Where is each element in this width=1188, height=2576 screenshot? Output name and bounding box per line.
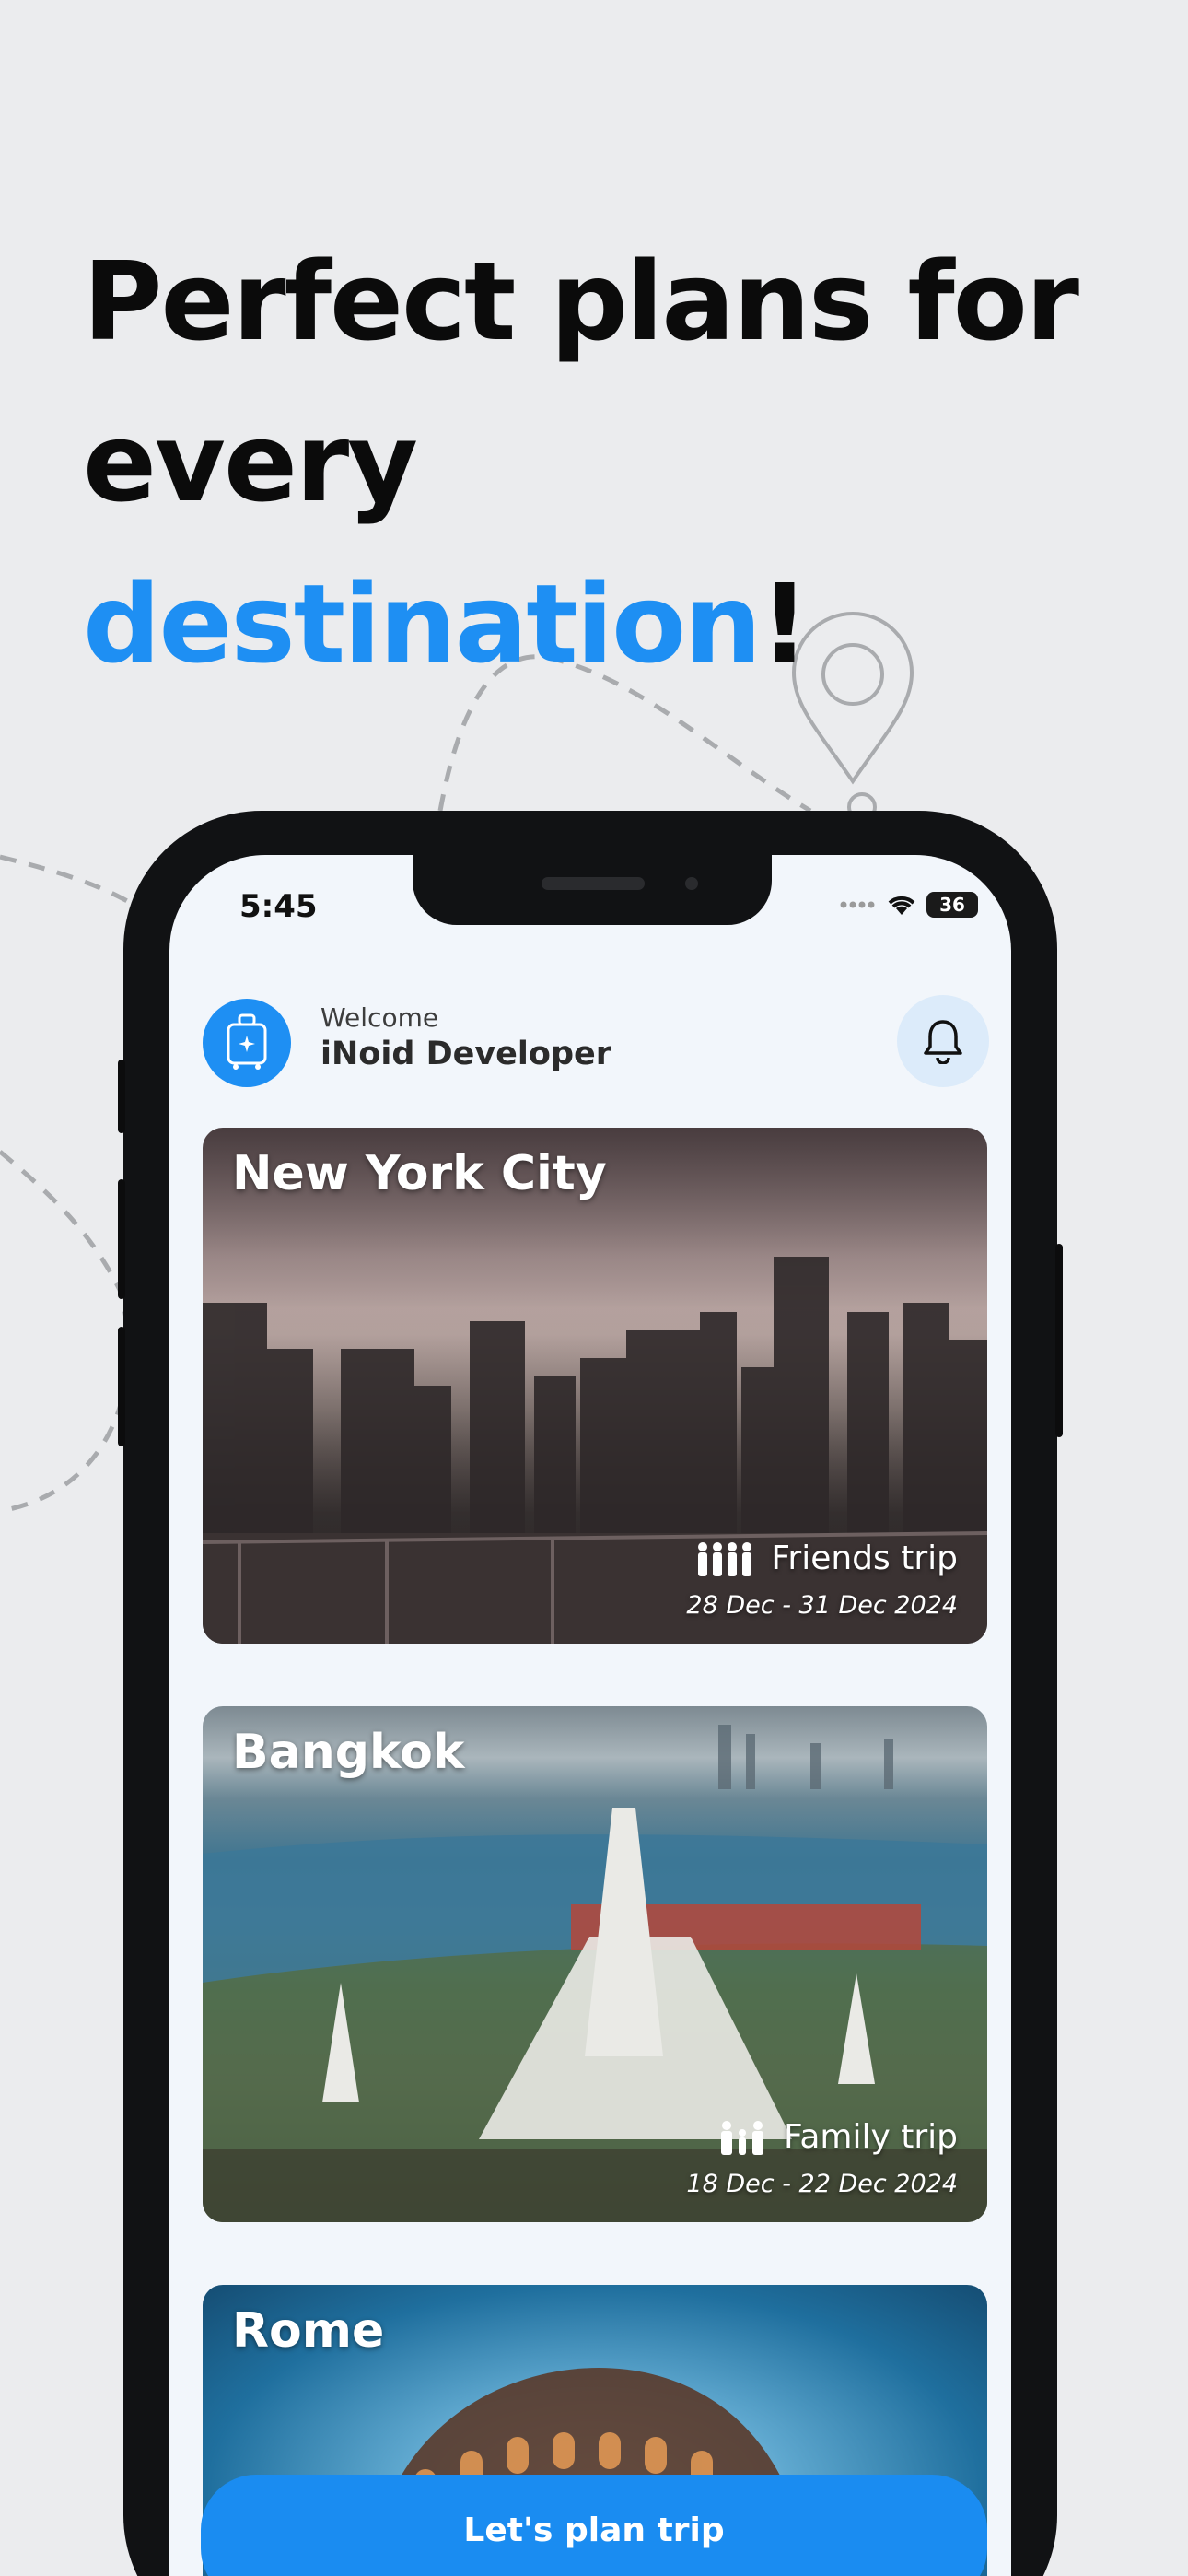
suitcase-sparkle-icon: [227, 1013, 267, 1070]
headline-prefix: every: [83, 399, 418, 526]
trip-title: Rome: [232, 2303, 385, 2359]
phone-side-button: [118, 1327, 125, 1446]
user-name: iNoid Developer: [320, 1036, 612, 1072]
headline-line-2: every destination!: [83, 382, 1142, 705]
welcome-label: Welcome: [320, 1002, 439, 1033]
phone-notch: [413, 855, 772, 925]
trip-title: New York City: [232, 1146, 607, 1201]
status-time: 5:45: [239, 888, 318, 925]
signal-dots-icon: [840, 901, 875, 908]
bell-icon: [924, 1020, 962, 1064]
front-camera: [685, 877, 698, 890]
headline: Perfect plans for every destination!: [83, 221, 1142, 705]
status-icons: 36: [840, 892, 978, 918]
headline-accent: destination: [83, 560, 762, 687]
app-logo: [203, 999, 291, 1087]
trip-type: Family trip: [717, 2118, 958, 2156]
trip-type-label: Friends trip: [771, 1540, 958, 1577]
notification-button[interactable]: [897, 995, 989, 1087]
plan-trip-button[interactable]: Let's plan trip: [201, 2475, 987, 2576]
trip-card-new-york[interactable]: New York City Friends trip 28 Dec - 31 D…: [203, 1128, 987, 1644]
trip-title: Bangkok: [232, 1725, 465, 1780]
trip-dates: 28 Dec - 31 Dec 2024: [686, 1591, 958, 1620]
trip-type: Friends trip: [695, 1540, 958, 1577]
trip-card-bangkok[interactable]: Bangkok Family trip 18 Dec - 22 Dec 2024: [203, 1706, 987, 2222]
family-icon: [720, 2120, 763, 2155]
group-people-icon: [698, 1541, 752, 1576]
headline-line-1: Perfect plans for: [83, 238, 1079, 365]
trip-dates: 18 Dec - 22 Dec 2024: [686, 2170, 958, 2198]
headline-suffix: !: [760, 560, 809, 687]
phone-side-button: [1055, 1244, 1063, 1437]
phone-side-button: [118, 1060, 125, 1133]
wifi-icon: [888, 896, 915, 915]
trip-type-label: Family trip: [783, 2118, 958, 2156]
speaker: [542, 877, 645, 890]
battery-icon: 36: [926, 892, 978, 918]
phone-side-button: [118, 1179, 125, 1299]
